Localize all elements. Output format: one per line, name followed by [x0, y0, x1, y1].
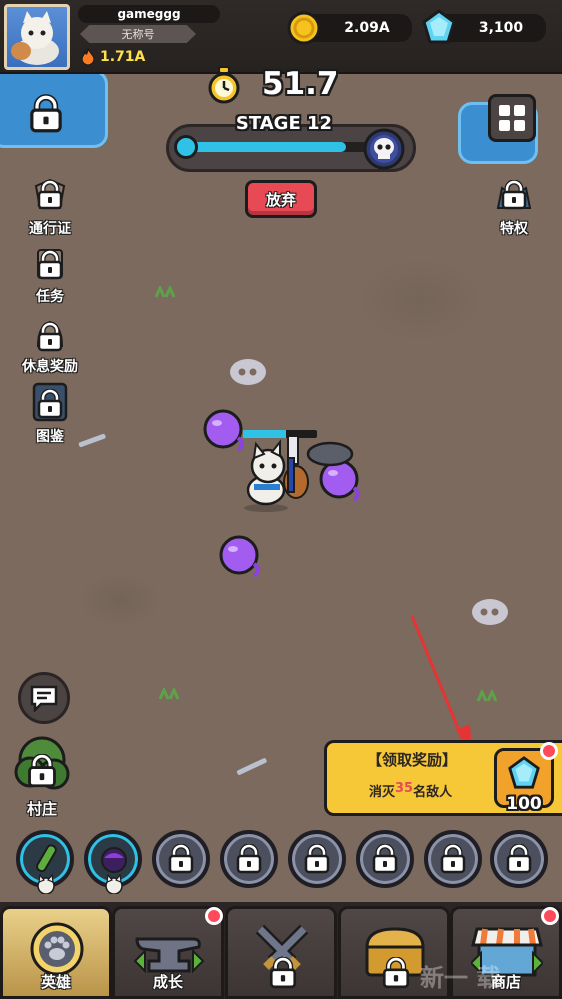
tutorial-arrow-icon	[410, 615, 472, 754]
nav-battle-locked[interactable]	[225, 906, 337, 999]
player-avatar[interactable]	[4, 4, 70, 70]
shop-notification-dot	[541, 907, 559, 925]
left-menu-pass[interactable]: 通行证	[10, 176, 90, 237]
abandon-label: 放弃	[265, 190, 296, 209]
cat-face-icon	[105, 874, 123, 894]
paw-icon	[30, 922, 84, 976]
abandon-button[interactable]: 放弃	[245, 180, 317, 218]
lock-icon	[26, 753, 58, 788]
stage-label: STAGE 12	[235, 113, 333, 134]
purple-slime-enemy	[219, 535, 260, 578]
boss-skull-icon	[363, 128, 405, 170]
player-title: 无称号	[121, 28, 155, 41]
bone-decoration	[236, 758, 267, 775]
stage-timer: 51.7	[262, 66, 339, 102]
gem-icon	[422, 9, 456, 44]
skill-slot-locked[interactable]	[288, 830, 346, 888]
rest-reward-label: 休息奖励	[22, 359, 78, 375]
grid-menu-button[interactable]	[488, 94, 536, 142]
gold-value: 2.09A	[344, 20, 390, 36]
lock-icon	[268, 956, 298, 989]
gem-icon	[508, 756, 540, 789]
stage-progress-fill	[180, 142, 346, 152]
village-button[interactable]: 村庄	[6, 736, 78, 820]
skill-slot-locked[interactable]	[152, 830, 210, 888]
village-label: 村庄	[26, 800, 57, 818]
lock-icon	[36, 249, 64, 280]
lock-icon	[500, 179, 528, 210]
lock-icon	[505, 843, 533, 874]
player-name: gameggg	[78, 5, 220, 23]
locked-feature-lock-icon[interactable]	[28, 94, 64, 134]
left-menu-rest-reward[interactable]: 休息奖励	[10, 314, 90, 375]
grass-decoration	[158, 688, 180, 700]
lock-icon	[371, 843, 399, 874]
nav-hero-label: 英雄	[40, 973, 71, 991]
reward-banner-title: 【领取奖励】	[367, 751, 458, 769]
pass-label: 通行证	[29, 221, 71, 237]
skill-slot-locked[interactable]	[356, 830, 414, 888]
reward-amount: 100	[506, 794, 542, 814]
codex-label: 图鉴	[36, 429, 64, 445]
stage-start-marker	[174, 135, 198, 159]
privilege-label: 特权	[500, 221, 528, 237]
stopwatch-icon	[208, 66, 240, 104]
desc-prefix: 消灭	[369, 785, 396, 800]
cat-face-icon	[37, 874, 55, 894]
dark-orb-icon	[101, 847, 127, 873]
reward-notification-dot	[540, 742, 558, 760]
reward-banner-desc: 消灭 35 名敌人	[369, 781, 452, 800]
nav-growth-label: 成长	[152, 973, 183, 991]
right-menu-privilege[interactable]: 特权	[474, 176, 554, 237]
chat-icon	[30, 685, 58, 712]
power-value: 1.71A	[100, 49, 146, 65]
task-label: 任务	[36, 289, 64, 305]
watermark: 新一 载	[420, 964, 501, 992]
power-display: 1.71A	[80, 46, 145, 68]
lock-icon	[381, 956, 411, 989]
desc-suffix: 名敌人	[413, 785, 453, 800]
lock-icon	[36, 179, 64, 210]
cat-hero-character	[244, 435, 354, 512]
player-title-badge[interactable]: 无称号	[80, 25, 196, 43]
gem-value: 3,100	[478, 20, 524, 36]
cucumber-icon	[36, 844, 57, 873]
left-menu-task[interactable]: 任务	[10, 244, 90, 305]
skill-slot-locked[interactable]	[490, 830, 548, 888]
skill-slot-locked[interactable]	[220, 830, 278, 888]
lock-icon	[439, 843, 467, 874]
growth-notification-dot	[205, 907, 223, 925]
nav-hero[interactable]: 英雄	[0, 906, 112, 999]
left-menu-codex[interactable]: 图鉴	[10, 382, 90, 445]
lock-icon	[303, 843, 331, 874]
chat-button[interactable]	[18, 672, 70, 724]
grid-menu-icon	[499, 105, 510, 116]
skill-slot-locked[interactable]	[424, 830, 482, 888]
cat-hero-icon	[11, 11, 59, 65]
desc-number: 35	[395, 781, 414, 796]
gold-coin-icon	[287, 11, 321, 45]
flame-icon	[81, 48, 95, 66]
lock-icon	[167, 843, 195, 874]
lock-icon	[235, 843, 263, 874]
lock-icon	[36, 388, 64, 419]
grass-decoration	[154, 286, 176, 298]
skull-decoration	[230, 359, 266, 385]
lock-icon	[36, 321, 64, 352]
